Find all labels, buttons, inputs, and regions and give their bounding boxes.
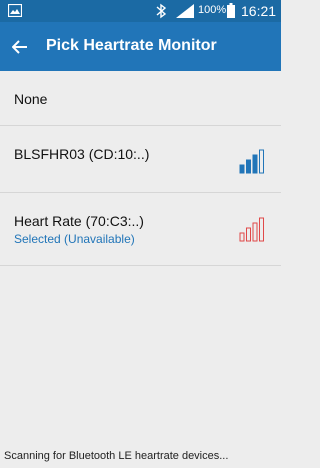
device-list: None BLSFHR03 (CD:10:..) Heart Rate (70:… bbox=[0, 71, 281, 266]
status-bar: 100% 16:21 bbox=[0, 0, 281, 22]
cell-signal-icon bbox=[176, 4, 194, 18]
list-item-device[interactable]: BLSFHR03 (CD:10:..) bbox=[0, 126, 281, 193]
battery-percentage: 100% bbox=[198, 4, 227, 16]
app-bar: Pick Heartrate Monitor bbox=[0, 22, 281, 71]
status-clock: 16:21 bbox=[241, 3, 277, 19]
gallery-icon bbox=[8, 4, 22, 17]
device-name: Heart Rate (70:C3:..) bbox=[14, 213, 144, 229]
signal-bar bbox=[259, 149, 264, 174]
signal-strength-icon bbox=[239, 149, 264, 174]
device-name: BLSFHR03 (CD:10:..) bbox=[14, 146, 150, 162]
bluetooth-icon bbox=[156, 3, 167, 19]
signal-bar bbox=[259, 217, 264, 242]
signal-bar bbox=[246, 227, 251, 242]
signal-bar bbox=[239, 232, 245, 242]
signal-bar bbox=[246, 159, 251, 174]
scan-status-text: Scanning for Bluetooth LE heartrate devi… bbox=[4, 450, 229, 462]
list-item-label: None bbox=[14, 91, 48, 107]
device-status: Selected (Unavailable) bbox=[14, 232, 135, 246]
back-button[interactable] bbox=[6, 32, 36, 62]
arrow-left-icon bbox=[12, 40, 27, 54]
page-title: Pick Heartrate Monitor bbox=[46, 37, 217, 54]
signal-bar bbox=[252, 154, 258, 174]
battery-icon bbox=[227, 3, 235, 18]
list-item-device[interactable]: Heart Rate (70:C3:..) Selected (Unavaila… bbox=[0, 193, 281, 266]
list-item-none[interactable]: None bbox=[0, 71, 281, 126]
signal-bar bbox=[239, 164, 245, 174]
signal-bar bbox=[252, 222, 258, 242]
signal-strength-icon bbox=[239, 217, 264, 242]
